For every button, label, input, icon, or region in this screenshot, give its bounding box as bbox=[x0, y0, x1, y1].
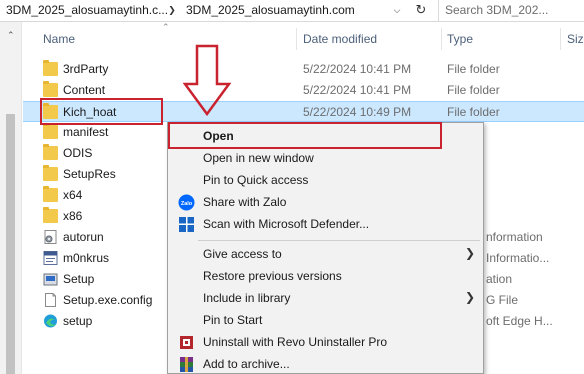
winrar-archive-icon bbox=[180, 357, 193, 372]
info-file-icon bbox=[43, 251, 58, 265]
menu-item-include-library[interactable]: Include in library ❯ bbox=[168, 288, 483, 309]
config-file-icon bbox=[45, 293, 56, 307]
column-header-type[interactable]: Type bbox=[447, 32, 473, 46]
file-type: File folder bbox=[447, 83, 500, 97]
file-name: SetupRes bbox=[63, 167, 116, 181]
navigation-pane-scrollbar[interactable]: ⌃ bbox=[0, 22, 22, 374]
file-name: x64 bbox=[63, 188, 83, 202]
address-dropdown-icon[interactable]: ⌵ bbox=[388, 1, 406, 19]
refresh-icon[interactable]: ↻ bbox=[412, 1, 430, 19]
file-name: 3rdParty bbox=[63, 62, 109, 76]
file-name: Content bbox=[63, 83, 106, 97]
file-date: 5/22/2024 10:41 PM bbox=[303, 83, 412, 97]
file-date: 5/22/2024 10:49 PM bbox=[303, 105, 412, 119]
file-type: Informatio... bbox=[486, 251, 550, 265]
menu-item-label: Include in library bbox=[203, 291, 291, 305]
file-type: File folder bbox=[447, 62, 500, 76]
folder-icon bbox=[43, 81, 58, 97]
file-type: G File bbox=[486, 293, 519, 307]
menu-item-label: Scan with Microsoft Defender... bbox=[203, 217, 370, 231]
submenu-arrow-icon: ❯ bbox=[464, 246, 475, 260]
menu-item-add-archive[interactable]: Add to archive... bbox=[168, 354, 483, 374]
zalo-icon: Zalo bbox=[178, 194, 195, 211]
column-divider[interactable] bbox=[560, 28, 561, 50]
highlight-box-folder bbox=[40, 98, 163, 125]
breadcrumb-parent[interactable]: 3DM_2025_alosuamaytinh.c... bbox=[6, 3, 168, 17]
file-type: ation bbox=[486, 272, 513, 286]
file-name: Setup.exe.config bbox=[63, 293, 153, 307]
file-name: autorun bbox=[63, 230, 104, 244]
folder-icon bbox=[43, 123, 58, 139]
menu-item-restore-versions[interactable]: Restore previous versions bbox=[168, 266, 483, 287]
folder-icon bbox=[43, 144, 58, 160]
menu-item-open-new-window[interactable]: Open in new window bbox=[168, 148, 483, 169]
scrollbar-thumb[interactable] bbox=[6, 114, 15, 374]
address-bar: 3DM_2025_alosuamaytinh.c... ❯ 3DM_2025_a… bbox=[0, 0, 584, 22]
file-row[interactable]: 3rdParty 5/22/2024 10:41 PM File folder bbox=[23, 59, 584, 80]
context-menu: Open Open in new window Pin to Quick acc… bbox=[167, 122, 484, 374]
column-header-size[interactable]: Siz bbox=[567, 32, 584, 46]
column-divider[interactable] bbox=[441, 28, 442, 50]
file-type: File folder bbox=[447, 105, 500, 119]
menu-item-label: Pin to Start bbox=[203, 313, 263, 327]
submenu-arrow-icon: ❯ bbox=[464, 290, 475, 304]
breadcrumb-chevron-icon[interactable]: ❯ bbox=[163, 1, 181, 19]
menu-item-give-access[interactable]: Give access to ❯ bbox=[168, 244, 483, 265]
file-name: ODIS bbox=[63, 146, 93, 160]
search-input[interactable] bbox=[445, 3, 575, 17]
menu-item-share-zalo[interactable]: Zalo Share with Zalo bbox=[168, 192, 483, 213]
highlight-box-open bbox=[168, 122, 442, 149]
edge-html-icon bbox=[44, 314, 57, 328]
settings-file-icon bbox=[44, 230, 57, 244]
file-name: setup bbox=[63, 314, 93, 328]
scroll-up-icon[interactable]: ⌃ bbox=[7, 30, 15, 41]
file-name: m0nkrus bbox=[63, 251, 110, 265]
menu-item-pin-start[interactable]: Pin to Start bbox=[168, 310, 483, 331]
file-name: manifest bbox=[63, 125, 109, 139]
menu-item-label: Give access to bbox=[203, 247, 282, 261]
folder-icon bbox=[43, 165, 58, 181]
menu-item-label: Open in new window bbox=[203, 151, 314, 165]
menu-item-label: Pin to Quick access bbox=[203, 173, 309, 187]
sort-ascending-icon: ⌃ bbox=[162, 22, 170, 32]
column-header-name[interactable]: Name bbox=[43, 32, 75, 46]
file-date: 5/22/2024 10:41 PM bbox=[303, 62, 412, 76]
file-name: x86 bbox=[63, 209, 83, 223]
file-type: nformation bbox=[486, 230, 543, 244]
file-name: Setup bbox=[63, 272, 95, 286]
folder-icon bbox=[43, 207, 58, 223]
folder-icon bbox=[43, 60, 58, 76]
breadcrumb-current[interactable]: 3DM_2025_alosuamaytinh.com bbox=[186, 3, 355, 17]
menu-item-pin-quick-access[interactable]: Pin to Quick access bbox=[168, 170, 483, 191]
folder-icon bbox=[43, 186, 58, 202]
column-header-date-modified[interactable]: Date modified bbox=[303, 32, 377, 46]
zalo-icon-text: Zalo bbox=[181, 201, 193, 207]
down-arrow-icon bbox=[183, 44, 231, 116]
menu-item-label: Restore previous versions bbox=[203, 269, 342, 283]
menu-item-scan-defender[interactable]: Scan with Microsoft Defender... bbox=[168, 214, 483, 235]
defender-shield-icon bbox=[179, 217, 194, 232]
menu-item-label: Uninstall with Revo Uninstaller Pro bbox=[203, 335, 388, 349]
file-type: oft Edge H... bbox=[486, 314, 553, 328]
search-box[interactable] bbox=[438, 0, 584, 22]
column-divider[interactable] bbox=[296, 28, 297, 50]
menu-item-label: Share with Zalo bbox=[203, 195, 287, 209]
revo-uninstaller-icon bbox=[180, 336, 193, 349]
menu-item-uninstall-revo[interactable]: Uninstall with Revo Uninstaller Pro bbox=[168, 332, 483, 353]
menu-item-label: Add to archive... bbox=[203, 357, 290, 371]
menu-separator bbox=[198, 240, 480, 241]
setup-app-icon bbox=[43, 273, 58, 286]
